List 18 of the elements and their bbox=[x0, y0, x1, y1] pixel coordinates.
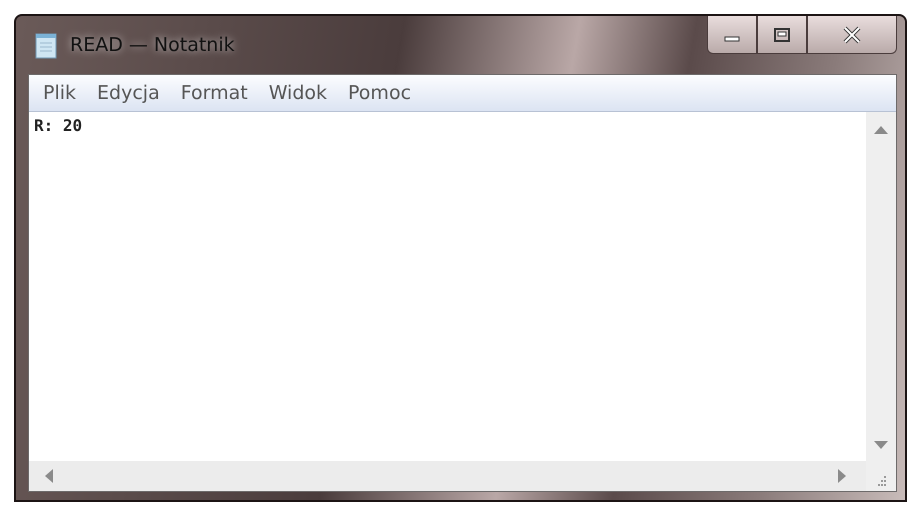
scroll-right-icon[interactable] bbox=[838, 469, 846, 483]
menu-item[interactable]: Format bbox=[172, 82, 261, 104]
minimize-button[interactable] bbox=[707, 16, 757, 54]
scroll-up-icon[interactable] bbox=[874, 126, 888, 134]
menu-item[interactable]: Edycja bbox=[89, 82, 173, 104]
window-title: READ — Notatnik bbox=[70, 34, 235, 56]
resize-grip-icon[interactable] bbox=[875, 475, 887, 487]
close-icon bbox=[841, 26, 863, 44]
scroll-left-icon[interactable] bbox=[45, 469, 53, 483]
minimize-icon bbox=[724, 36, 740, 42]
maximize-icon bbox=[772, 26, 792, 42]
menu-item[interactable]: Plik bbox=[35, 82, 90, 104]
scroll-down-icon[interactable] bbox=[874, 441, 888, 449]
editor-text: R: 20 bbox=[33, 115, 84, 137]
menu-item[interactable]: Widok bbox=[260, 82, 340, 104]
maximize-button[interactable] bbox=[757, 16, 807, 54]
close-button[interactable] bbox=[807, 16, 897, 54]
menu-item[interactable]: Pomoc bbox=[340, 82, 424, 104]
